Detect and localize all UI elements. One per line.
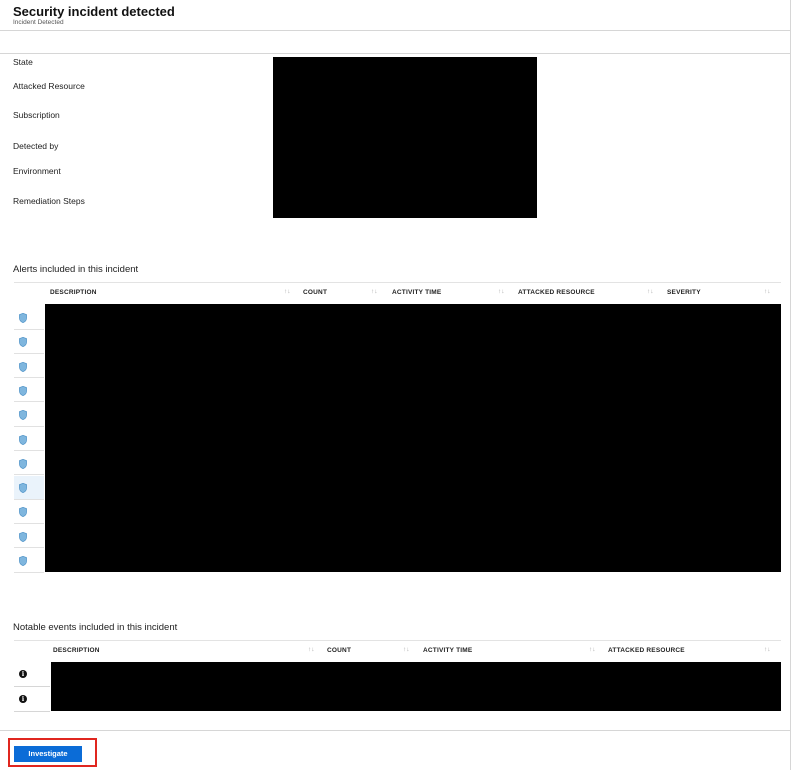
footer-divider [0, 730, 791, 731]
redacted-property-values [273, 57, 537, 218]
prop-label-state: State [13, 57, 33, 67]
info-icon: i [19, 670, 27, 678]
table-row[interactable] [14, 403, 44, 427]
sort-icon[interactable]: ↑↓ [647, 288, 654, 295]
sort-icon[interactable]: ↑↓ [284, 288, 291, 295]
shield-icon [19, 385, 27, 396]
table-row[interactable] [14, 549, 44, 573]
shield-icon [19, 556, 27, 566]
header-divider [0, 30, 791, 31]
prop-label-detected-by: Detected by [13, 141, 59, 151]
alerts-col-count[interactable]: COUNT [303, 289, 327, 296]
events-col-description[interactable]: DESCRIPTION [53, 647, 100, 654]
sort-icon[interactable]: ↑↓ [498, 288, 505, 295]
shield-icon [19, 458, 27, 469]
table-row[interactable] [14, 355, 44, 379]
sort-icon[interactable]: ↑↓ [403, 646, 410, 653]
shield-icon [19, 434, 27, 445]
events-col-activity-time[interactable]: ACTIVITY TIME [423, 647, 472, 654]
alerts-col-severity[interactable]: SEVERITY [667, 289, 701, 296]
sort-icon[interactable]: ↑↓ [764, 288, 771, 295]
info-icon: i [19, 694, 27, 703]
alerts-col-description[interactable]: DESCRIPTION [50, 289, 97, 296]
redacted-events-data [51, 662, 781, 711]
table-row[interactable] [14, 500, 44, 524]
table-row[interactable] [14, 330, 44, 354]
prop-label-attacked-resource: Attacked Resource [13, 81, 85, 91]
shield-icon [19, 483, 27, 494]
sort-icon[interactable]: ↑↓ [589, 646, 596, 653]
events-col-attacked-resource[interactable]: ATTACKED RESOURCE [608, 647, 685, 654]
table-row[interactable]: i [14, 663, 50, 687]
shield-icon [19, 507, 27, 518]
prop-label-subscription: Subscription [13, 110, 60, 120]
events-col-count[interactable]: COUNT [327, 647, 351, 654]
prop-label-remediation-steps: Remediation Steps [13, 196, 85, 206]
redacted-alerts-data [45, 304, 781, 572]
alerts-col-attacked-resource[interactable]: ATTACKED RESOURCE [518, 289, 595, 296]
table-row[interactable] [14, 525, 44, 549]
page-subtitle: Incident Detected [13, 19, 64, 26]
table-row[interactable] [14, 306, 44, 330]
page-title: Security incident detected [13, 4, 175, 19]
shield-icon [19, 313, 27, 323]
shield-icon [19, 531, 27, 542]
shield-icon [19, 337, 27, 348]
sort-icon[interactable]: ↑↓ [764, 646, 771, 653]
sort-icon[interactable]: ↑↓ [371, 288, 378, 295]
table-row[interactable] [14, 452, 44, 476]
prop-label-environment: Environment [13, 166, 61, 176]
investigate-button[interactable]: Investigate [14, 746, 82, 762]
events-section-title: Notable events included in this incident [13, 622, 178, 633]
alerts-section-title: Alerts included in this incident [13, 264, 139, 275]
alerts-col-activity-time[interactable]: ACTIVITY TIME [392, 289, 441, 296]
alerts-table-top-border [14, 282, 781, 283]
shield-icon [19, 410, 27, 421]
toolbar-divider [0, 53, 791, 54]
table-row[interactable] [14, 476, 44, 500]
sort-icon[interactable]: ↑↓ [308, 646, 315, 653]
shield-icon [19, 361, 27, 372]
table-row[interactable] [14, 379, 44, 403]
table-row[interactable] [14, 428, 44, 451]
table-row[interactable]: i [14, 688, 50, 712]
events-table-top-border [14, 640, 781, 641]
